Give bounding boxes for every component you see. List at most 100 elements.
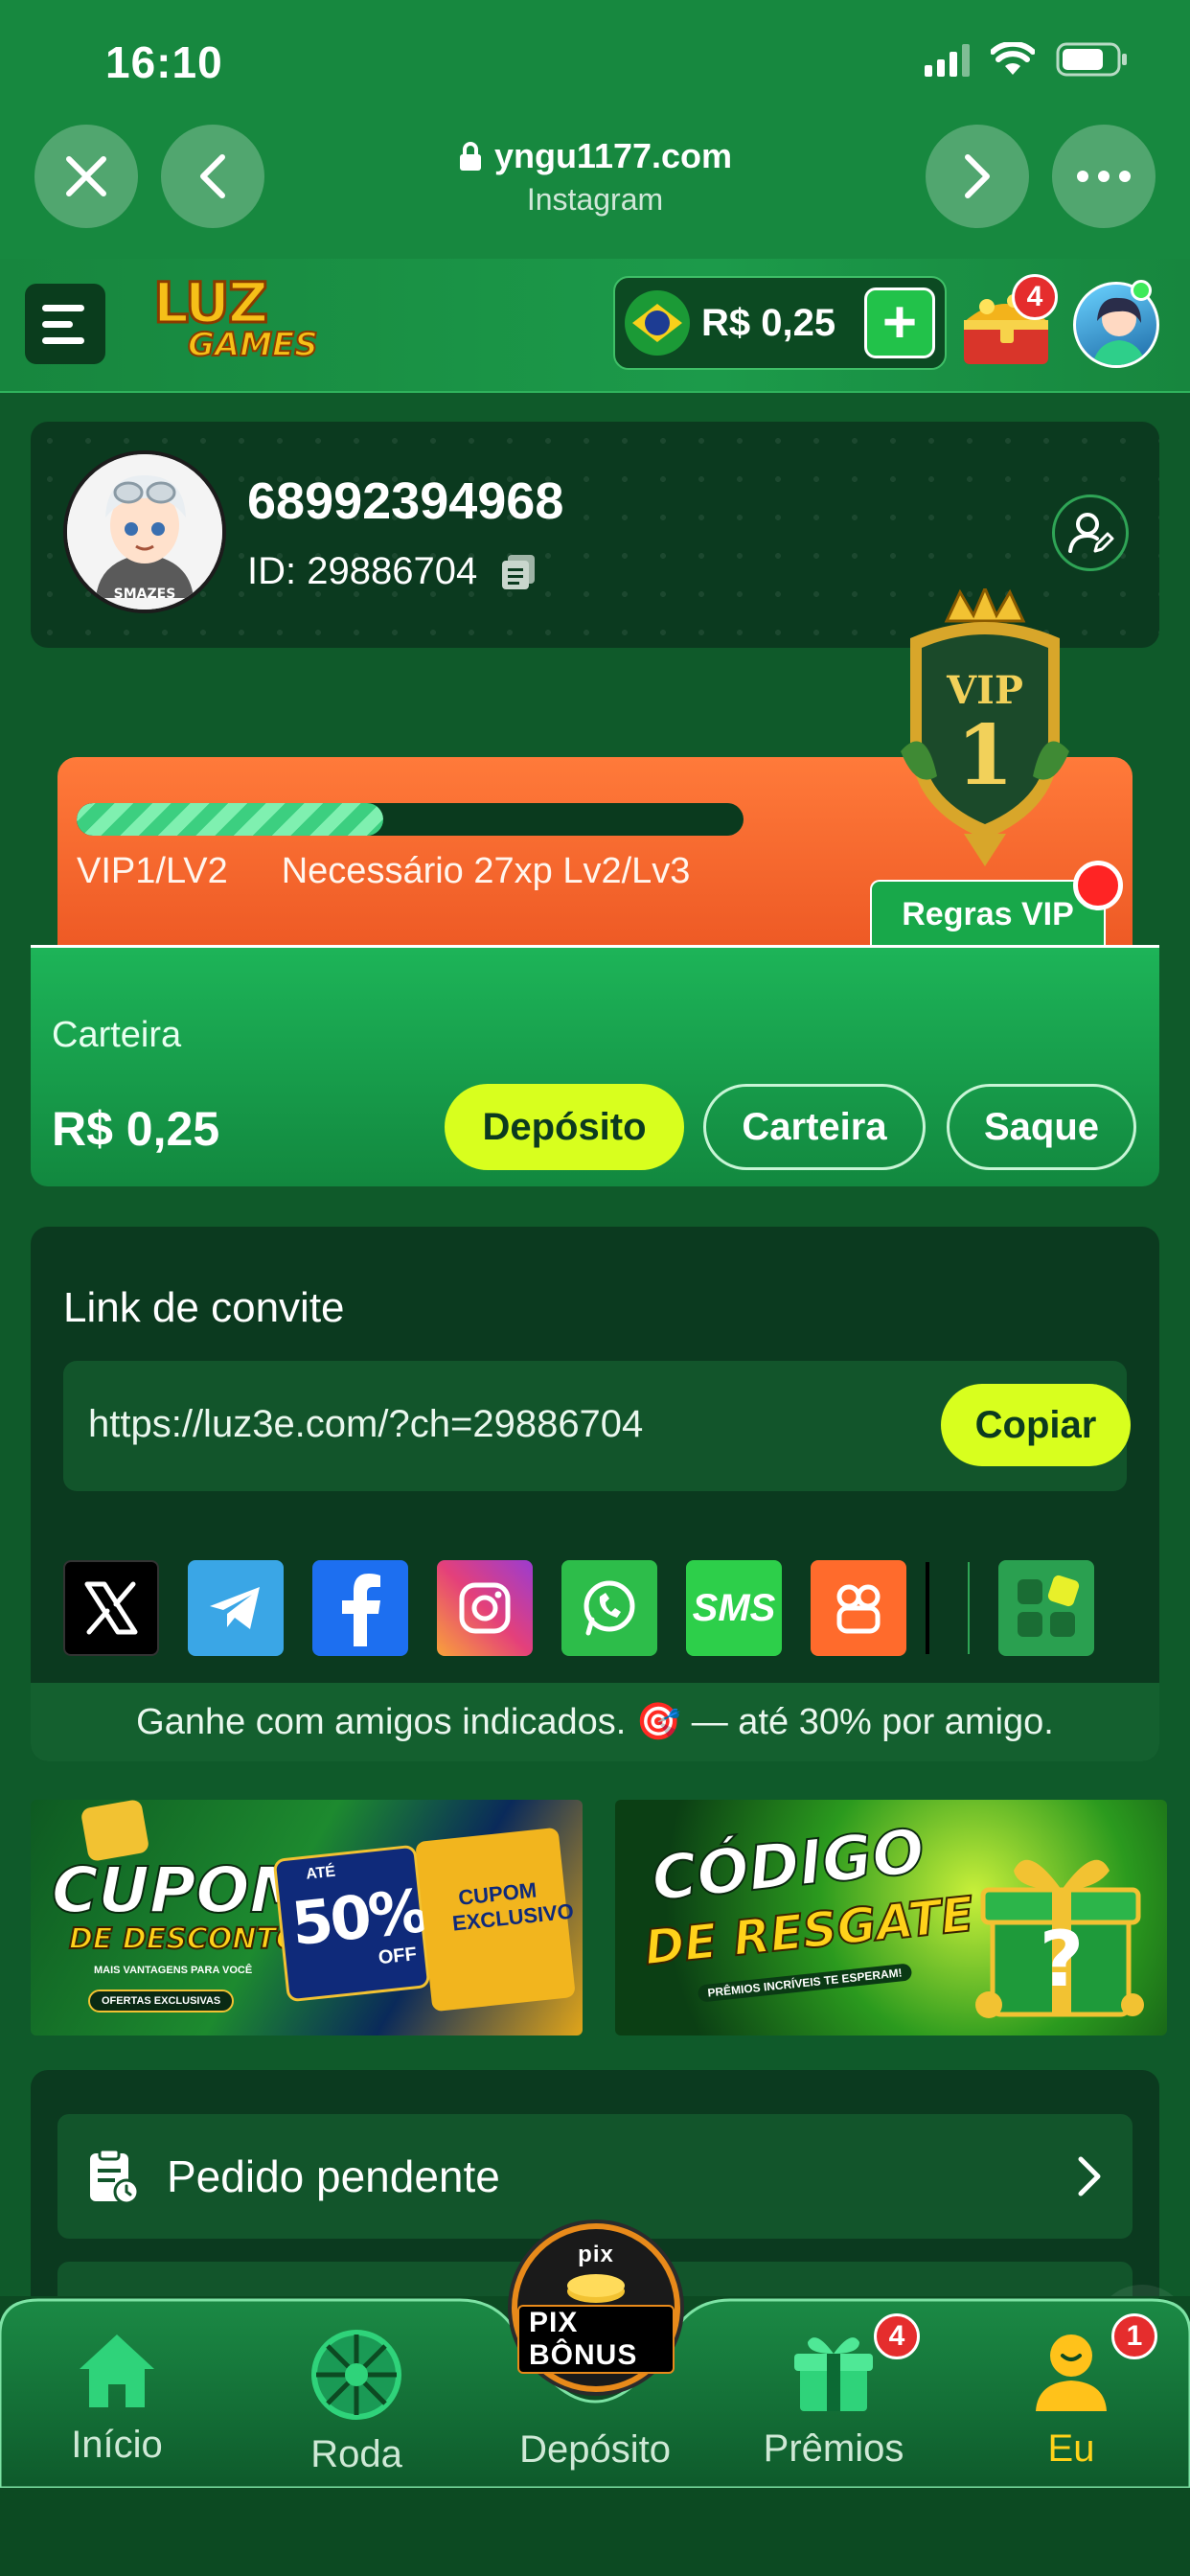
logo-line2: GAMES [187,326,319,364]
app-header: LUZ GAMES R$ 0,25 + 4 [0,259,1190,393]
coupon-subtitle: DE DESCONTO [68,1921,301,1957]
withdraw-button[interactable]: Saque [947,1084,1136,1170]
wallet-button[interactable]: Carteira [703,1084,926,1170]
nav-home[interactable]: Início [21,2329,213,2467]
redeem-code-banner[interactable]: CÓDIGO DE RESGATE PRÊMIOS INCRÍVEIS TE E… [615,1800,1167,2036]
coupon-off: OFF [377,1944,418,1969]
status-time: 16:10 [105,37,223,87]
discount-coupon-banner[interactable]: CUPOM DE DESCONTO MAIS VANTAGENS PARA VO… [31,1800,583,2036]
more-options-button[interactable] [1052,125,1156,228]
coupon-exclusive: CUPOM EXCLUSIVO [450,1877,575,1936]
vip-emblem-label: VIP [946,668,1023,713]
invite-url[interactable]: https://luz3e.com/?ch=29886704 [88,1403,643,1446]
vip-progress-fill [77,803,384,836]
chevron-left-icon [200,154,225,198]
luz-games-logo[interactable]: LUZ GAMES [152,270,355,374]
coupon-ticket-left: ATÉ 50% OFF [272,1844,431,2003]
pix-bonus-button[interactable]: pix PIX BÔNUS [512,2223,680,2392]
telegram-icon[interactable] [188,1560,284,1656]
invite-title: Link de convite [63,1284,345,1331]
wallet-panel: Carteira R$ 0,25 Depósito Carteira Saque [31,945,1159,1186]
wallet-label: Carteira [52,1015,182,1055]
coupon-tagline: MAIS VANTAGENS PARA VOCÊ [94,1965,253,1976]
prizes-badge: 4 [874,2313,920,2359]
vip-shield-icon: VIP 1 [901,585,1069,866]
avatar-shirt-text: SMAZES [114,586,176,602]
x-icon[interactable] [63,1560,159,1656]
vip-progress-bar [77,803,744,836]
nav-wheel-label: Roda [310,2433,402,2475]
facebook-icon[interactable] [312,1560,408,1656]
deposit-button[interactable]: Depósito [445,1084,684,1170]
gift-box-icon: ? [975,1859,1144,2018]
me-badge: 1 [1111,2313,1157,2359]
edit-profile-button[interactable] [1052,494,1129,571]
user-id-row: ID: 29886704 [247,550,540,593]
ellipsis-icon [1077,171,1131,182]
share-divider [968,1562,970,1654]
svg-text:?: ? [1040,1915,1084,2004]
pix-bonus-label: PIX BÔNUS [517,2305,675,2374]
share-scroll-edge [926,1562,929,1654]
lock-icon [459,142,481,171]
vip-emblem-number: 1 [956,707,1014,804]
user-id: ID: 29886704 [247,550,478,592]
sms-icon[interactable]: SMS [686,1560,782,1656]
home-icon [80,2334,154,2407]
address-bar[interactable]: yngu1177.com Instagram [364,136,826,218]
pending-order-row[interactable]: Pedido pendente [57,2114,1133,2239]
vip-emblem: VIP 1 [897,585,1073,872]
pix-coins-icon [567,2274,625,2303]
nav-me-label: Eu [1047,2427,1095,2470]
pix-label: pix [578,2242,614,2267]
nav-deposit-label: Depósito [519,2428,671,2471]
copy-link-button[interactable]: Copiar [941,1384,1131,1466]
url-source: Instagram [526,182,664,217]
invite-card: Link de convite https://luz3e.com/?ch=29… [31,1227,1159,1761]
nav-deposit[interactable]: Depósito [499,2421,691,2472]
invite-note: Ganhe com amigos indicados. 🎯 — até 30% … [31,1683,1159,1761]
more-apps-icon[interactable] [998,1560,1094,1656]
add-funds-button[interactable]: + [864,288,935,358]
menu-button[interactable] [25,284,105,364]
vip-level: VIP1/LV2 [77,851,228,891]
wallet-amount: R$ 0,25 [52,1102,220,1156]
coupon-ate: ATÉ [305,1863,336,1883]
kwai-icon[interactable] [811,1560,906,1656]
copy-id-icon[interactable] [498,551,540,593]
wifi-icon [991,42,1035,77]
gift-icon [794,2337,873,2411]
nav-prizes-label: Prêmios [763,2427,904,2470]
whatsapp-icon[interactable] [561,1560,657,1656]
signal-icon [925,42,970,77]
brazil-flag-icon [625,290,690,356]
vip-rules-button[interactable]: Regras VIP [870,880,1106,947]
coupon-pill: OFERTAS EXCLUSIVAS [88,1990,235,2012]
battery-icon [1056,42,1129,77]
clipboard-icon [90,2148,140,2205]
nav-wheel[interactable]: Roda [261,2329,452,2476]
nav-me[interactable]: Eu 1 [975,2313,1167,2471]
pending-order-label: Pedido pendente [167,2151,500,2201]
bottom-navigation: pix PIX BÔNUS Início Roda Depósito Prêmi… [0,2223,1190,2576]
header-balance: R$ 0,25 [701,301,836,344]
nav-prizes[interactable]: Prêmios 4 [738,2313,929,2471]
balance-chip[interactable]: R$ 0,25 + [613,276,947,370]
close-icon [66,156,106,196]
chest-badge: 4 [1012,274,1058,320]
instagram-icon[interactable] [437,1560,533,1656]
status-icons [925,42,1129,77]
profile-avatar[interactable]: SMAZES [63,450,226,613]
forward-button[interactable] [926,125,1029,228]
user-phone: 68992394968 [247,472,564,530]
redeem-tagline: PRÊMIOS INCRÍVEIS TE ESPERAM! [697,1963,913,2003]
avatar-image: SMAZES [67,454,222,610]
logo-line1: LUZ [152,270,270,335]
back-button[interactable] [161,125,264,228]
coupon-title: CUPOM [51,1852,313,1928]
close-browser-button[interactable] [34,125,138,228]
vip-notification-dot [1073,861,1123,910]
vip-requirement: Necessário 27xp Lv2/Lv3 [281,851,691,891]
treasure-chest-button[interactable]: 4 [958,274,1058,368]
user-edit-icon [1068,513,1114,553]
